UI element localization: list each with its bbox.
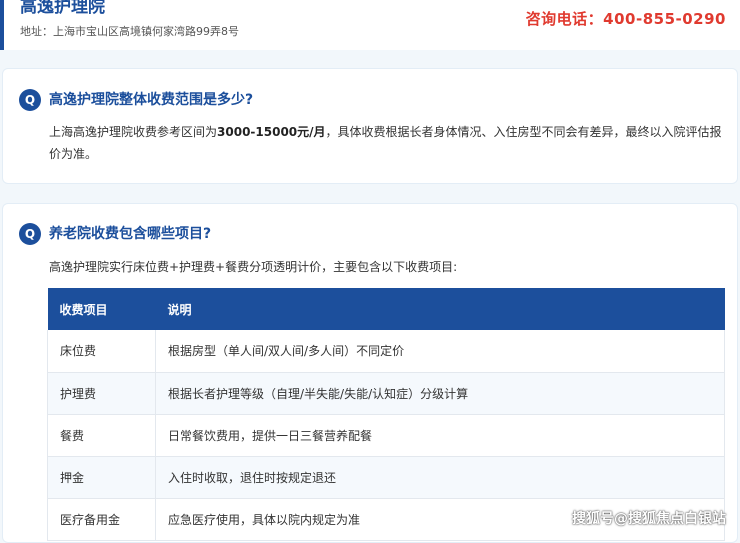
question-icon: Q — [19, 223, 41, 245]
table-row: 护理费 根据长者护理等级（自理/半失能/失能/认知症）分级计算 — [47, 372, 725, 415]
faq-question: 养老院收费包含哪些项目? — [49, 226, 212, 242]
faq-answer: 上海高逸护理院收费参考区间为3000-15000元/月，具体收费根据长者身体情况… — [49, 121, 725, 165]
fee-table: 收费项目 说明 床位费 根据房型（单人间/双人间/多人间）不同定价 护理费 根据… — [47, 288, 725, 541]
facility-name: 高逸护理院 — [20, 0, 105, 17]
table-header-row: 收费项目 说明 — [47, 288, 725, 330]
page-header: 高逸护理院 地址：上海市宝山区高境镇何家湾路99弄8号 咨询电话：400-855… — [0, 0, 740, 50]
question-icon: Q — [19, 89, 41, 111]
fee-item: 床位费 — [47, 330, 156, 373]
watermark: 搜狐号@搜狐焦点白银站 — [572, 511, 726, 527]
consult-phone[interactable]: 咨询电话：400-855-0290 — [526, 8, 726, 29]
fee-description: 入住时收取，退住时按规定退还 — [155, 456, 725, 499]
fee-item: 餐费 — [47, 414, 156, 457]
fee-item: 医疗备用金 — [47, 498, 156, 541]
column-header: 收费项目 — [47, 288, 156, 330]
column-header: 说明 — [155, 288, 725, 330]
fee-description: 根据长者护理等级（自理/半失能/失能/认知症）分级计算 — [155, 372, 725, 415]
table-row: 押金 入住时收取，退住时按规定退还 — [47, 456, 725, 499]
facility-address: 地址：上海市宝山区高境镇何家湾路99弄8号 — [20, 25, 239, 38]
fee-description: 根据房型（单人间/双人间/多人间）不同定价 — [155, 330, 725, 373]
fee-item: 护理费 — [47, 372, 156, 415]
faq-card-fee-range: Q 高逸护理院整体收费范围是多少? 上海高逸护理院收费参考区间为3000-150… — [2, 68, 738, 184]
answer-text: 上海高逸护理院收费参考区间为 — [49, 125, 218, 139]
fee-item: 押金 — [47, 456, 156, 499]
table-row: 餐费 日常餐饮费用，提供一日三餐营养配餐 — [47, 414, 725, 457]
faq-question: 高逸护理院整体收费范围是多少? — [49, 92, 254, 108]
faq-intro: 高逸护理院实行床位费+护理费+餐费分项透明计价，主要包含以下收费项目: — [49, 260, 458, 274]
table-row: 床位费 根据房型（单人间/双人间/多人间）不同定价 — [47, 330, 725, 373]
answer-price-range: 3000-15000元/月 — [217, 125, 326, 139]
faq-card-fee-items: Q 养老院收费包含哪些项目? 高逸护理院实行床位费+护理费+餐费分项透明计价，主… — [2, 203, 738, 543]
fee-description: 日常餐饮费用，提供一日三餐营养配餐 — [155, 414, 725, 457]
